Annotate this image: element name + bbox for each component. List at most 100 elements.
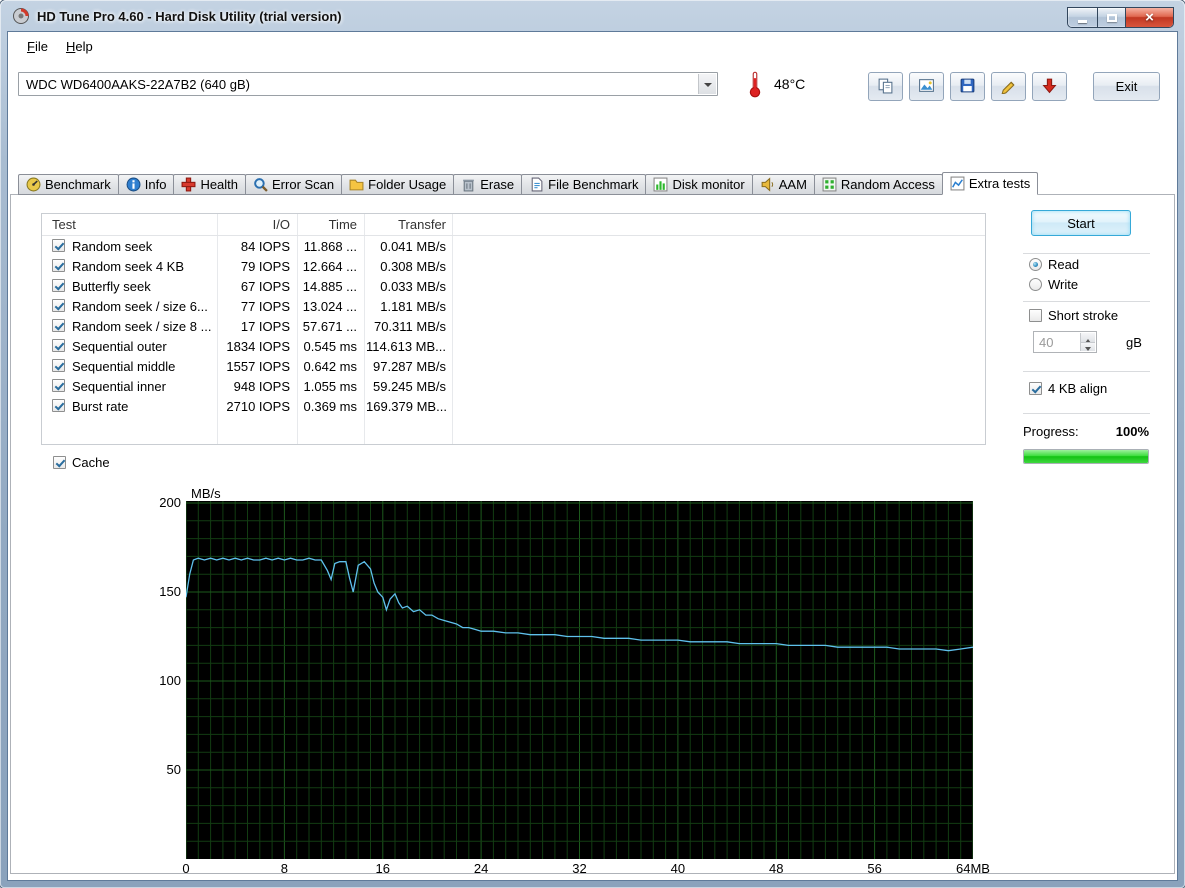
progress-value: 100% bbox=[1069, 424, 1149, 439]
extra-tests-icon bbox=[950, 176, 965, 191]
io-cell: 84 IOPS bbox=[217, 239, 290, 254]
short-stroke-size-input[interactable]: 40 bbox=[1033, 331, 1097, 353]
test-name-cell: Random seek 4 KB bbox=[72, 259, 184, 274]
table-row[interactable]: Random seek84 IOPS11.868 ...0.041 MB/s bbox=[42, 236, 985, 256]
app-window: HD Tune Pro 4.60 - Hard Disk Utility (tr… bbox=[0, 0, 1185, 888]
tab-health[interactable]: Health bbox=[173, 174, 246, 195]
thermometer-icon bbox=[747, 70, 763, 101]
column-header-test: Test bbox=[52, 217, 76, 232]
test-checkbox[interactable] bbox=[52, 379, 65, 392]
table-row[interactable]: Sequential inner948 IOPS1.055 ms59.245 M… bbox=[42, 376, 985, 396]
tab-file-benchmark[interactable]: File Benchmark bbox=[521, 174, 646, 195]
menu-help[interactable]: Help bbox=[57, 35, 102, 58]
minimize-button[interactable] bbox=[1068, 8, 1098, 27]
tab-label: Error Scan bbox=[272, 177, 334, 192]
menu-file[interactable]: File bbox=[18, 35, 57, 58]
transfer-cell: 0.041 MB/s bbox=[366, 239, 446, 254]
time-cell: 0.369 ms bbox=[299, 399, 357, 414]
test-checkbox[interactable] bbox=[52, 239, 65, 252]
test-checkbox[interactable] bbox=[52, 319, 65, 332]
x-tick-label: 0 bbox=[156, 861, 216, 876]
aam-icon bbox=[760, 177, 775, 192]
title-bar[interactable]: HD Tune Pro 4.60 - Hard Disk Utility (tr… bbox=[0, 0, 1185, 32]
table-row[interactable]: Random seek / size 8 ...17 IOPS57.671 ..… bbox=[42, 316, 985, 336]
erase-icon bbox=[461, 177, 476, 192]
test-checkbox[interactable] bbox=[52, 279, 65, 292]
save-button[interactable] bbox=[950, 72, 985, 101]
tab-benchmark[interactable]: Benchmark bbox=[18, 174, 119, 195]
transfer-chart bbox=[186, 501, 973, 859]
copy-text-button[interactable] bbox=[868, 72, 903, 101]
panel-divider bbox=[1023, 301, 1150, 302]
panel-divider bbox=[1023, 253, 1150, 254]
write-radio-label: Write bbox=[1048, 277, 1078, 292]
maximize-button[interactable] bbox=[1098, 8, 1126, 27]
test-name-cell: Butterfly seek bbox=[72, 279, 151, 294]
y-tick-label: 150 bbox=[139, 584, 181, 599]
transfer-cell: 59.245 MB/s bbox=[366, 379, 446, 394]
test-checkbox[interactable] bbox=[52, 399, 65, 412]
test-checkbox[interactable] bbox=[52, 259, 65, 272]
kb-align-checkbox-box[interactable] bbox=[1029, 382, 1042, 395]
minimize-icon bbox=[1078, 20, 1087, 23]
kb-align-checkbox[interactable]: 4 KB align bbox=[1029, 381, 1107, 396]
tab-erase[interactable]: Erase bbox=[453, 174, 522, 195]
start-button[interactable]: Start bbox=[1031, 210, 1131, 236]
temperature-value: 48°C bbox=[774, 76, 805, 92]
drive-select-value: WDC WD6400AAKS-22A7B2 (640 gB) bbox=[26, 77, 250, 92]
tab-info[interactable]: Info bbox=[118, 174, 175, 195]
gb-unit-label: gB bbox=[1126, 335, 1142, 350]
save-icon bbox=[959, 77, 976, 97]
capture-button[interactable] bbox=[991, 72, 1026, 101]
copy-image-button[interactable] bbox=[909, 72, 944, 101]
write-radio-circle[interactable] bbox=[1029, 278, 1042, 291]
time-cell: 57.671 ... bbox=[299, 319, 357, 334]
test-name-cell: Sequential outer bbox=[72, 339, 167, 354]
table-row[interactable]: Burst rate2710 IOPS0.369 ms169.379 MB... bbox=[42, 396, 985, 416]
y-tick-label: 200 bbox=[139, 495, 181, 510]
tab-aam[interactable]: AAM bbox=[752, 174, 815, 195]
short-stroke-checkbox-box[interactable] bbox=[1029, 309, 1042, 322]
table-header: TestI/OTimeTransfer bbox=[42, 214, 985, 236]
transfer-cell: 1.181 MB/s bbox=[366, 299, 446, 314]
tab-extra-tests[interactable]: Extra tests bbox=[942, 172, 1038, 195]
short-stroke-checkbox[interactable]: Short stroke bbox=[1029, 308, 1118, 323]
spin-down-button[interactable] bbox=[1080, 342, 1095, 351]
tab-disk-monitor[interactable]: Disk monitor bbox=[645, 174, 752, 195]
close-button[interactable]: × bbox=[1126, 8, 1173, 27]
extra-tests-page: TestI/OTimeTransfer Random seek84 IOPS11… bbox=[10, 194, 1175, 874]
cache-checkbox[interactable]: Cache bbox=[53, 455, 110, 470]
panel-divider bbox=[1023, 371, 1150, 372]
tab-label: Extra tests bbox=[969, 176, 1030, 191]
read-radio[interactable]: Read bbox=[1029, 257, 1079, 272]
test-checkbox[interactable] bbox=[52, 359, 65, 372]
window-controls: × bbox=[1068, 8, 1173, 27]
exit-button[interactable]: Exit bbox=[1093, 72, 1160, 101]
cache-checkbox-box[interactable] bbox=[53, 456, 66, 469]
test-name-cell: Sequential middle bbox=[72, 359, 175, 374]
spin-up-button[interactable] bbox=[1080, 333, 1095, 342]
table-row[interactable]: Sequential outer1834 IOPS0.545 ms114.613… bbox=[42, 336, 985, 356]
test-checkbox[interactable] bbox=[52, 339, 65, 352]
update-icon bbox=[1041, 77, 1058, 97]
drive-select[interactable]: WDC WD6400AAKS-22A7B2 (640 gB) bbox=[18, 72, 718, 96]
table-row[interactable]: Random seek / size 6...77 IOPS13.024 ...… bbox=[42, 296, 985, 316]
table-row[interactable]: Random seek 4 KB79 IOPS12.664 ...0.308 M… bbox=[42, 256, 985, 276]
test-name-cell: Random seek / size 8 ... bbox=[72, 319, 211, 334]
time-cell: 11.868 ... bbox=[299, 239, 357, 254]
test-checkbox[interactable] bbox=[52, 299, 65, 312]
transfer-cell: 0.308 MB/s bbox=[366, 259, 446, 274]
write-radio[interactable]: Write bbox=[1029, 277, 1078, 292]
update-button[interactable] bbox=[1032, 72, 1067, 101]
table-row[interactable]: Sequential middle1557 IOPS0.642 ms97.287… bbox=[42, 356, 985, 376]
x-tick-label: 48 bbox=[746, 861, 806, 876]
tab-folder-usage[interactable]: Folder Usage bbox=[341, 174, 454, 195]
tab-error-scan[interactable]: Error Scan bbox=[245, 174, 342, 195]
tab-label: Benchmark bbox=[45, 177, 111, 192]
table-row[interactable]: Butterfly seek67 IOPS14.885 ...0.033 MB/… bbox=[42, 276, 985, 296]
dropdown-arrow-icon[interactable] bbox=[698, 74, 716, 94]
tab-random-access[interactable]: Random Access bbox=[814, 174, 943, 195]
column-header-time: Time bbox=[299, 217, 357, 232]
tab-label: AAM bbox=[779, 177, 807, 192]
read-radio-circle[interactable] bbox=[1029, 258, 1042, 271]
